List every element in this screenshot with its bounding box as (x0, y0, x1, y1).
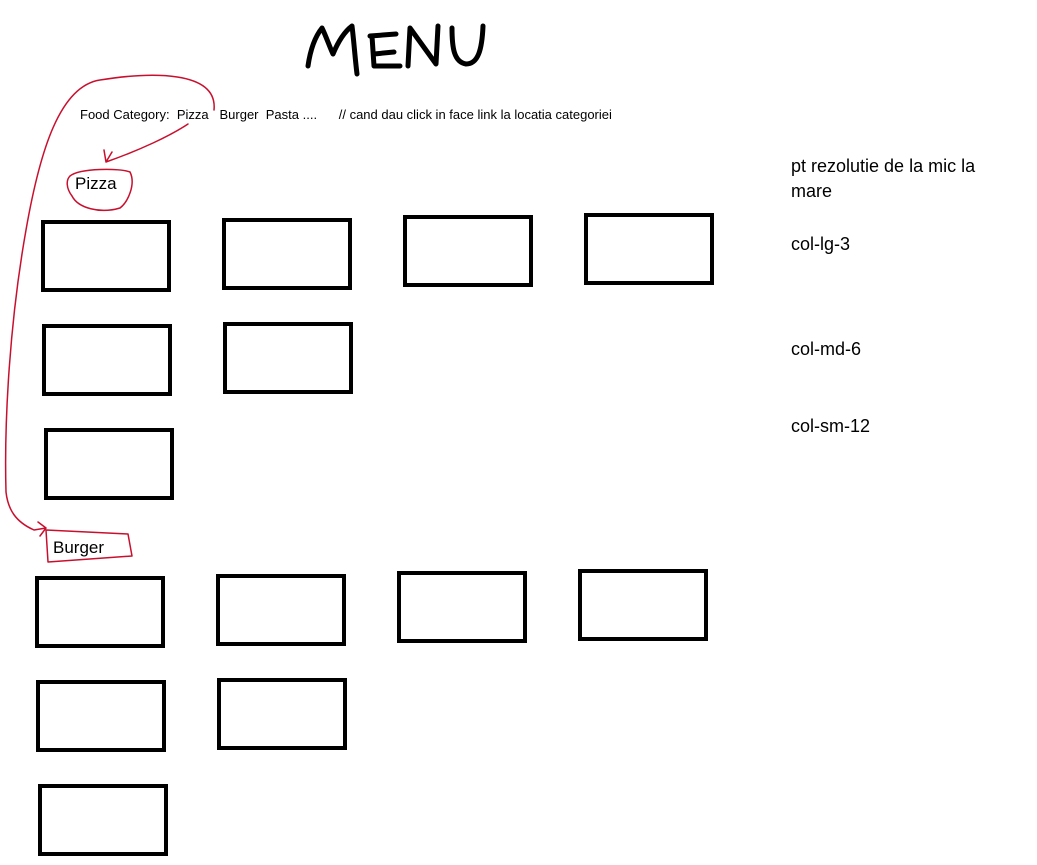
col-lg-note: col-lg-3 (791, 234, 851, 254)
pizza-item-card[interactable] (44, 428, 174, 500)
burger-item-card[interactable] (36, 680, 166, 752)
col-sm-note: col-sm-12 (791, 416, 871, 436)
pizza-item-card[interactable] (223, 322, 353, 394)
pizza-item-card[interactable] (222, 218, 352, 290)
burger-item-card[interactable] (216, 574, 346, 646)
pizza-item-card[interactable] (41, 220, 171, 292)
category-comment: // cand dau click in face link la locati… (338, 107, 612, 122)
category-link-pasta[interactable]: Pasta .... (266, 107, 317, 122)
section-label-burger: Burger (53, 538, 105, 557)
category-link-pizza[interactable]: Pizza (177, 107, 209, 122)
category-link-burger[interactable]: Burger (219, 107, 258, 122)
burger-item-card[interactable] (38, 784, 168, 856)
category-nav: Food Category: Pizza Burger Pasta .... /… (80, 107, 612, 122)
resolution-note: pt rezolutie de la mic la mare (791, 156, 976, 201)
pizza-item-card[interactable] (42, 324, 172, 396)
burger-item-card[interactable] (35, 576, 165, 648)
col-md-note: col-md-6 (791, 339, 862, 359)
burger-item-card[interactable] (397, 571, 527, 643)
burger-item-card[interactable] (578, 569, 708, 641)
pizza-item-card[interactable] (403, 215, 533, 287)
burger-item-card[interactable] (217, 678, 347, 750)
menu-title (305, 23, 486, 77)
pizza-item-card[interactable] (584, 213, 714, 285)
section-label-pizza: Pizza (75, 174, 117, 193)
category-prefix: Food Category: (80, 107, 174, 122)
